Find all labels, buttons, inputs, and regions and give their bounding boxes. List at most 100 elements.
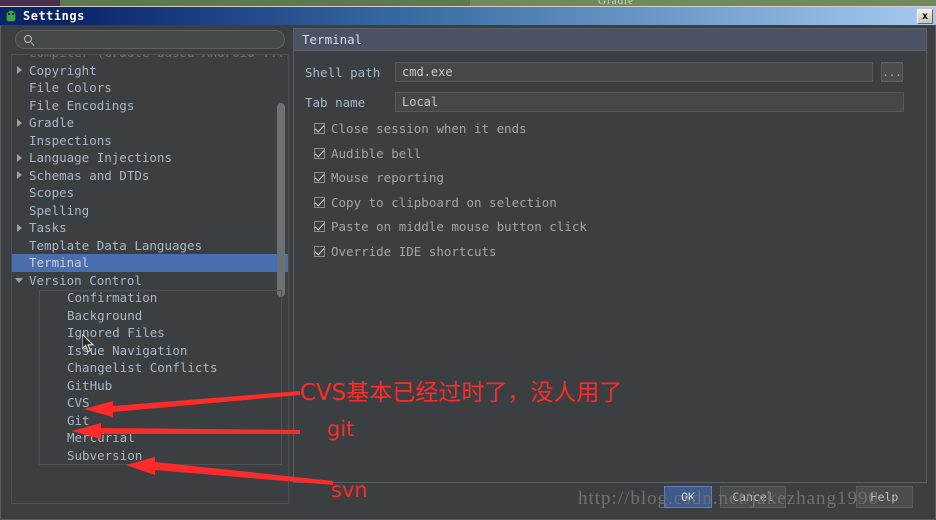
settings-tree[interactable]: Compiler (Gradle-based Android ...) Copyr… bbox=[11, 54, 289, 504]
window-title: Settings bbox=[23, 9, 85, 23]
tree-indent-spacer bbox=[11, 202, 27, 219]
chevron-right-icon[interactable] bbox=[11, 167, 27, 184]
checkbox-label: Mouse reporting bbox=[331, 170, 444, 186]
tree-item-schemas-and-dtds[interactable]: Schemas and DTDs bbox=[11, 167, 289, 185]
checkbox-label: Audible bell bbox=[331, 145, 422, 161]
cancel-button[interactable]: Cancel bbox=[720, 486, 786, 508]
tree-item-label: Terminal bbox=[29, 255, 90, 271]
tree-item-label: Background bbox=[67, 307, 143, 323]
chevron-down-icon[interactable] bbox=[11, 272, 27, 289]
tree-item-inspections[interactable]: Inspections bbox=[11, 132, 289, 150]
tree-indent-spacer bbox=[27, 429, 43, 446]
tree-item-label: Subversion bbox=[67, 447, 143, 463]
tree-item-confirmation[interactable]: Confirmation bbox=[11, 289, 289, 307]
ok-button[interactable]: OK bbox=[664, 486, 712, 508]
chevron-right-icon[interactable] bbox=[11, 62, 27, 79]
tree-item-label: Copyright bbox=[29, 62, 97, 78]
tree-indent-spacer bbox=[27, 394, 43, 411]
tree-item-label: Tasks bbox=[29, 220, 67, 236]
tree-indent-spacer bbox=[27, 447, 43, 464]
tree-item-subversion[interactable]: Subversion bbox=[11, 447, 289, 465]
chevron-right-icon[interactable] bbox=[11, 114, 27, 131]
tree-item-terminal[interactable]: Terminal bbox=[11, 254, 289, 272]
checkbox-label: Close session when it ends bbox=[331, 121, 527, 136]
shell-path-browse-button[interactable]: ... bbox=[881, 62, 903, 82]
tree-item-file-encodings[interactable]: File Encodings bbox=[11, 97, 289, 115]
search-icon bbox=[24, 35, 32, 43]
android-robot-icon bbox=[4, 9, 18, 23]
checkbox-box[interactable] bbox=[314, 221, 325, 233]
tree-item-label: Version Control bbox=[29, 272, 142, 288]
checkbox-box[interactable] bbox=[314, 196, 325, 208]
checkbox-override-ide-shortcuts[interactable]: Override IDE shortcuts bbox=[314, 244, 497, 259]
search-input[interactable] bbox=[38, 33, 280, 49]
tree-item-cvs[interactable]: CVS bbox=[11, 394, 289, 412]
chevron-right-icon[interactable] bbox=[11, 219, 27, 236]
terminal-settings-panel: Terminal Shell path ... Tab name Close s… bbox=[293, 28, 927, 483]
tree-item-label: GitHub bbox=[67, 377, 113, 393]
tree-indent-spacer bbox=[27, 289, 43, 306]
tree-item-label: Git bbox=[67, 412, 90, 428]
checkbox-box[interactable] bbox=[314, 246, 325, 257]
tree-indent-spacer bbox=[11, 237, 27, 254]
tree-item-label: Inspections bbox=[29, 132, 112, 148]
panel-title: Terminal bbox=[302, 32, 363, 47]
tree-item-issue-navigation[interactable]: Issue Navigation bbox=[11, 342, 289, 360]
tree-item-git[interactable]: Git bbox=[11, 412, 289, 430]
tree-item-label: Gradle bbox=[29, 115, 75, 131]
tree-item-mercurial[interactable]: Mercurial bbox=[11, 429, 289, 447]
tree-item-label: Issue Navigation bbox=[67, 342, 188, 358]
checkbox-copy-to-clipboard-on-selection[interactable]: Copy to clipboard on selection bbox=[314, 195, 557, 210]
tree-item-label: Spelling bbox=[29, 202, 90, 218]
tree-indent-spacer bbox=[11, 79, 27, 96]
checkbox-label: Override IDE shortcuts bbox=[331, 244, 497, 259]
panel-header: Terminal bbox=[294, 29, 926, 51]
tree-item-version-control[interactable]: Version Control bbox=[11, 272, 289, 290]
tree-item-changelist-conflicts[interactable]: Changelist Conflicts bbox=[11, 359, 289, 377]
checkbox-box[interactable] bbox=[314, 172, 325, 184]
shell-path-row: Shell path ... bbox=[305, 62, 903, 82]
checkbox-box[interactable] bbox=[314, 147, 325, 159]
tree-item-tasks[interactable]: Tasks bbox=[11, 219, 289, 237]
tree-indent-spacer bbox=[11, 54, 27, 61]
checkbox-audible-bell[interactable]: Audible bell bbox=[314, 146, 421, 161]
tree-indent-spacer bbox=[27, 342, 43, 359]
tree-item-compiler-gradle-based-android[interactable]: Compiler (Gradle-based Android ...) bbox=[11, 54, 289, 62]
tree-item-label: CVS bbox=[67, 395, 90, 411]
checkbox-label: Paste on middle mouse button click bbox=[331, 219, 587, 235]
close-icon[interactable]: x bbox=[917, 9, 933, 24]
settings-window: Gradle Settings x Compiler (Gradle-based… bbox=[0, 0, 936, 520]
checkbox-mouse-reporting[interactable]: Mouse reporting bbox=[314, 170, 444, 185]
tree-indent-spacer bbox=[27, 412, 43, 429]
tree-item-label: Template Data Languages bbox=[29, 237, 203, 253]
tree-item-scopes[interactable]: Scopes bbox=[11, 184, 289, 202]
tree-indent-spacer bbox=[27, 307, 43, 324]
tree-item-background[interactable]: Background bbox=[11, 307, 289, 325]
tree-item-label: Mercurial bbox=[67, 430, 135, 446]
tab-name-row: Tab name bbox=[305, 92, 904, 112]
tree-item-label: Schemas and DTDs bbox=[29, 167, 150, 183]
tab-name-input[interactable] bbox=[395, 92, 904, 112]
chevron-right-icon[interactable] bbox=[11, 149, 27, 166]
tree-item-github[interactable]: GitHub bbox=[11, 377, 289, 395]
settings-search-box[interactable] bbox=[15, 30, 285, 49]
shell-path-input[interactable] bbox=[395, 62, 873, 82]
tree-item-language-injections[interactable]: Language Injections bbox=[11, 149, 289, 167]
checkbox-paste-on-middle-mouse-button-click[interactable]: Paste on middle mouse button click bbox=[314, 219, 587, 234]
tree-indent-spacer bbox=[27, 377, 43, 394]
window-titlebar: Settings x bbox=[0, 6, 936, 25]
settings-tree-list[interactable]: Compiler (Gradle-based Android ...) Copyr… bbox=[11, 54, 289, 504]
help-button[interactable]: Help bbox=[856, 486, 913, 508]
checkbox-close-session-when-it-ends[interactable]: Close session when it ends bbox=[314, 121, 527, 136]
tree-item-spelling[interactable]: Spelling bbox=[11, 202, 289, 220]
tree-item-label: Scopes bbox=[29, 185, 75, 201]
tree-scrollbar-thumb[interactable] bbox=[277, 103, 285, 297]
checkbox-box[interactable] bbox=[314, 123, 325, 134]
tree-item-ignored-files[interactable]: Ignored Files bbox=[11, 324, 289, 342]
tree-item-template-data-languages[interactable]: Template Data Languages bbox=[11, 237, 289, 255]
tree-item-file-colors[interactable]: File Colors bbox=[11, 79, 289, 97]
tree-indent-spacer bbox=[11, 184, 27, 201]
tree-item-copyright[interactable]: Copyright bbox=[11, 62, 289, 80]
tree-scrollbar[interactable] bbox=[277, 54, 285, 504]
tree-item-gradle[interactable]: Gradle bbox=[11, 114, 289, 132]
